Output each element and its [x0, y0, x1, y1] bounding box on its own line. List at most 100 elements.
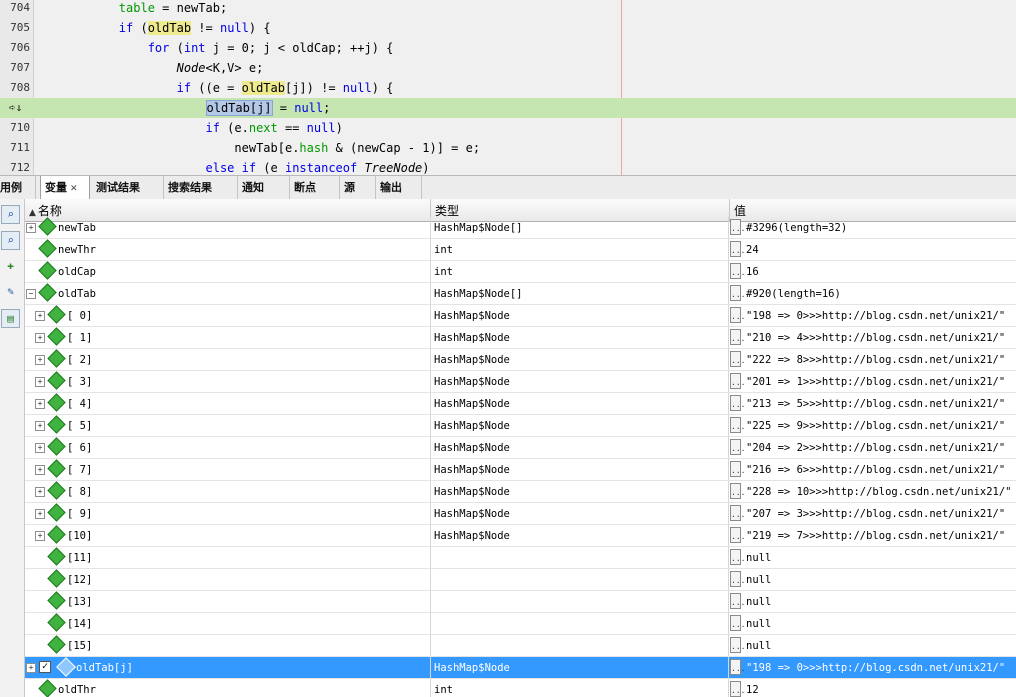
value-editor-button[interactable]: ...: [730, 549, 745, 565]
value-editor-button[interactable]: ...: [730, 417, 745, 433]
value-cell[interactable]: ... "198 => 0>>>http://blog.csdn.net/unix…: [730, 305, 1016, 326]
table-row[interactable]: [14]... null: [25, 613, 1016, 635]
value-editor-button[interactable]: ...: [730, 461, 745, 477]
value-cell[interactable]: ... "207 => 3>>>http://blog.csdn.net/unix…: [730, 503, 1016, 524]
value-editor-button[interactable]: ...: [730, 329, 745, 345]
value-cell[interactable]: ... 12: [730, 679, 1016, 697]
value-editor-button[interactable]: ...: [730, 637, 745, 653]
tab-3[interactable]: 搜索结果: [164, 176, 238, 199]
value-cell[interactable]: ... #3296(length=32): [730, 217, 1016, 238]
value-editor-button[interactable]: ...: [730, 681, 745, 697]
table-row[interactable]: +[ 5] HashMap$Node... "225 => 9>>>http://b…: [25, 415, 1016, 437]
value-cell[interactable]: ... "222 => 8>>>http://blog.csdn.net/unix…: [730, 349, 1016, 370]
value-editor-button[interactable]: ...: [730, 505, 745, 521]
code-line[interactable]: 710 if (e.next == null): [0, 118, 1016, 138]
value-editor-button[interactable]: ...: [730, 395, 745, 411]
table-row[interactable]: oldThr int... 12: [25, 679, 1016, 697]
expand-icon[interactable]: +: [35, 311, 45, 321]
code-editor[interactable]: 704 table = newTab; 705 if (oldTab != nul…: [0, 0, 1016, 175]
expand-icon[interactable]: +: [26, 223, 36, 233]
value-editor-button[interactable]: ...: [730, 439, 745, 455]
value-cell[interactable]: ... "198 => 0>>>http://blog.csdn.net/unix…: [730, 657, 1016, 678]
expand-icon[interactable]: +: [26, 663, 36, 673]
value-cell[interactable]: ... "204 => 2>>>http://blog.csdn.net/unix…: [730, 437, 1016, 458]
value-editor-button[interactable]: ...: [730, 351, 745, 367]
tab-6[interactable]: 源: [340, 176, 376, 199]
show-static-button[interactable]: ⌕: [1, 231, 20, 250]
table-row[interactable]: +[ 3] HashMap$Node... "201 => 1>>>http://b…: [25, 371, 1016, 393]
value-editor-button[interactable]: ...: [730, 571, 745, 587]
value-cell[interactable]: ... 24: [730, 239, 1016, 260]
value-cell[interactable]: ... 16: [730, 261, 1016, 282]
close-icon[interactable]: ✕: [70, 184, 78, 194]
code-line[interactable]: 706 for (int j = 0; j < oldCap; ++j) {: [0, 38, 1016, 58]
value-cell[interactable]: ... null: [730, 635, 1016, 656]
expand-icon[interactable]: +: [35, 421, 45, 431]
show-classes-button[interactable]: ▤: [1, 309, 20, 328]
expand-icon[interactable]: +: [35, 443, 45, 453]
tab-0[interactable]: 用例: [0, 176, 36, 199]
value-cell[interactable]: ... null: [730, 591, 1016, 612]
expand-icon[interactable]: +: [35, 531, 45, 541]
table-row[interactable]: oldCap int... 16: [25, 261, 1016, 283]
table-row[interactable]: +[ 0] HashMap$Node... "198 => 0>>>http://b…: [25, 305, 1016, 327]
value-cell[interactable]: ... "210 => 4>>>http://blog.csdn.net/unix…: [730, 327, 1016, 348]
value-editor-button[interactable]: ...: [730, 483, 745, 499]
table-row[interactable]: + newTab HashMap$Node[]... #3296(length=32): [25, 217, 1016, 239]
value-editor-button[interactable]: ...: [730, 307, 745, 323]
value-cell[interactable]: ... "225 => 9>>>http://blog.csdn.net/unix…: [730, 415, 1016, 436]
value-cell[interactable]: ... "228 => 10>>>http://blog.csdn.net/uni…: [730, 481, 1016, 502]
value-cell[interactable]: ... "219 => 7>>>http://blog.csdn.net/unix…: [730, 525, 1016, 546]
expand-icon[interactable]: +: [35, 333, 45, 343]
value-cell[interactable]: ... "201 => 1>>>http://blog.csdn.net/unix…: [730, 371, 1016, 392]
expand-icon[interactable]: +: [35, 377, 45, 387]
value-editor-button[interactable]: ...: [730, 527, 745, 543]
value-editor-button[interactable]: ...: [730, 659, 745, 675]
table-row[interactable]: +[ 4] HashMap$Node... "213 => 5>>>http://b…: [25, 393, 1016, 415]
table-row[interactable]: +[ 7] HashMap$Node... "216 => 6>>>http://b…: [25, 459, 1016, 481]
code-line[interactable]: 707 Node<K,V> e;: [0, 58, 1016, 78]
expand-icon[interactable]: +: [35, 465, 45, 475]
tab-7[interactable]: 输出: [376, 176, 422, 199]
table-row[interactable]: +[ 6] HashMap$Node... "204 => 2>>>http://b…: [25, 437, 1016, 459]
create-watch-button[interactable]: ⌕: [1, 205, 20, 224]
code-line[interactable]: 705 if (oldTab != null) {: [0, 18, 1016, 38]
value-cell[interactable]: ... null: [730, 569, 1016, 590]
table-row[interactable]: [12]... null: [25, 569, 1016, 591]
code-line[interactable]: 711 newTab[e.hash & (newCap - 1)] = e;: [0, 138, 1016, 158]
table-row[interactable]: [13]... null: [25, 591, 1016, 613]
value-cell[interactable]: ... "213 => 5>>>http://blog.csdn.net/unix…: [730, 393, 1016, 414]
tab-1[interactable]: 变量 ✕: [40, 176, 90, 199]
tab-4[interactable]: 通知: [238, 176, 290, 199]
table-row[interactable]: +[ 9] HashMap$Node... "207 => 3>>>http://b…: [25, 503, 1016, 525]
watch-enabled-checkbox[interactable]: ✓: [39, 661, 51, 673]
table-row[interactable]: + [10] HashMap$Node... "219 => 7>>>http://b…: [25, 525, 1016, 547]
code-line[interactable]: 704 table = newTab;: [0, 0, 1016, 18]
value-cell[interactable]: ... #920(length=16): [730, 283, 1016, 304]
tab-5[interactable]: 断点: [290, 176, 340, 199]
table-row[interactable]: +[ 2] HashMap$Node... "222 => 8>>>http://b…: [25, 349, 1016, 371]
evaluate-button[interactable]: ✎: [1, 283, 20, 302]
value-cell[interactable]: ... null: [730, 613, 1016, 634]
expand-icon[interactable]: +: [35, 399, 45, 409]
table-row[interactable]: +[ 1] HashMap$Node... "210 => 4>>>http://b…: [25, 327, 1016, 349]
expand-icon[interactable]: +: [35, 509, 45, 519]
value-editor-button[interactable]: ...: [730, 373, 745, 389]
add-watch-button[interactable]: ✚: [1, 257, 20, 276]
value-cell[interactable]: ... "216 => 6>>>http://blog.csdn.net/unix…: [730, 459, 1016, 480]
expand-icon[interactable]: +: [35, 487, 45, 497]
value-cell[interactable]: ... null: [730, 547, 1016, 568]
value-editor-button[interactable]: ...: [730, 241, 745, 257]
value-editor-button[interactable]: ...: [730, 263, 745, 279]
table-row[interactable]: [15]... null: [25, 635, 1016, 657]
table-row[interactable]: newThr int... 24: [25, 239, 1016, 261]
current-line[interactable]: ➪⇓ oldTab[j] = null;: [0, 98, 1016, 118]
table-row[interactable]: + ✓ oldTab[j] HashMap$Node... "198 => 0>>>ht…: [25, 657, 1016, 679]
code-line[interactable]: 708 if ((e = oldTab[j]) != null) {: [0, 78, 1016, 98]
collapse-icon[interactable]: −: [26, 289, 36, 299]
table-row[interactable]: +[ 8] HashMap$Node... "228 => 10>>>http://…: [25, 481, 1016, 503]
table-row[interactable]: [11]... null: [25, 547, 1016, 569]
table-row[interactable]: − oldTab HashMap$Node[]... #920(length=16): [25, 283, 1016, 305]
tab-2[interactable]: 测试结果: [92, 176, 164, 199]
value-editor-button[interactable]: ...: [730, 285, 745, 301]
